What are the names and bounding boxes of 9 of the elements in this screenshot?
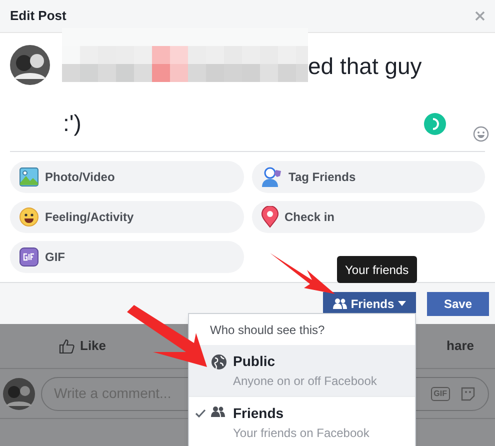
menu-heading: Who should see this?: [210, 322, 325, 338]
option-subtitle: Your friends on Facebook: [233, 427, 370, 439]
option-title: Friends: [233, 406, 285, 420]
post-text: :'): [63, 110, 82, 136]
post-text: ed that guy: [308, 53, 422, 79]
tooltip: Your friends: [337, 256, 417, 283]
option-subtitle: Anyone on or off Facebook: [233, 375, 377, 387]
dialog-title: Edit Post: [10, 7, 66, 26]
option-title: Public: [233, 354, 276, 368]
